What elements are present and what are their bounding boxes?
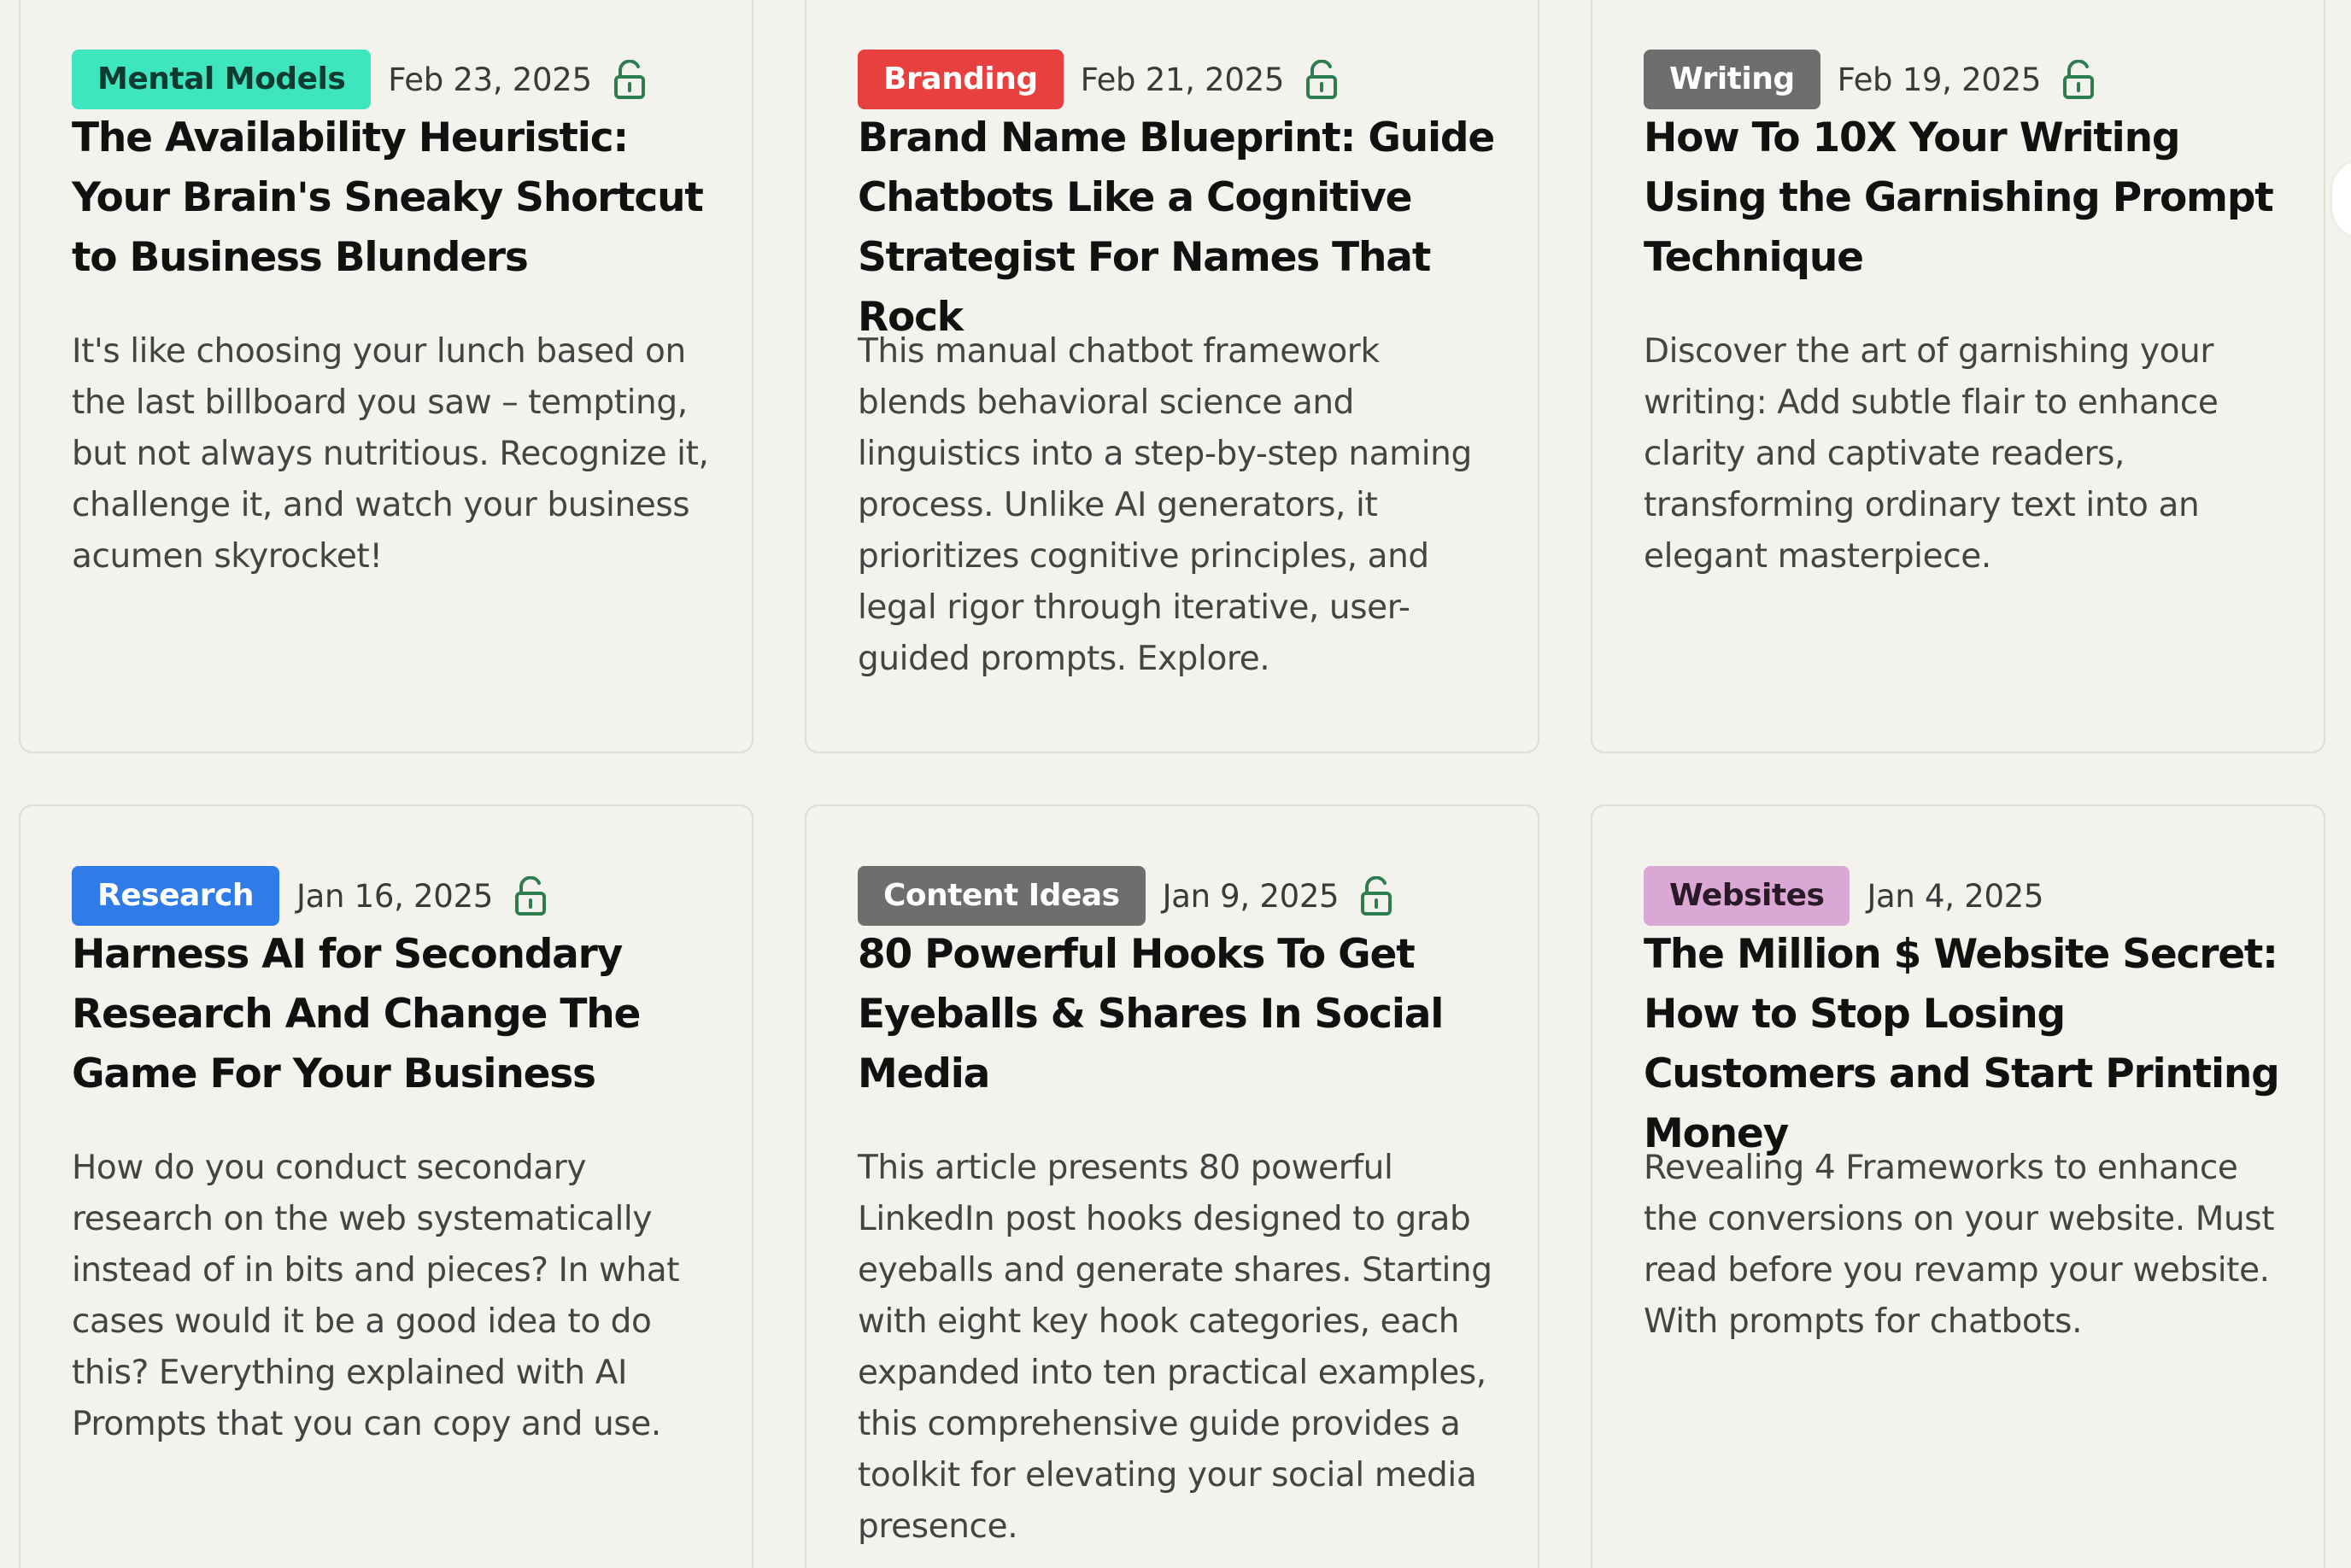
carousel-next-button[interactable] xyxy=(2332,161,2351,237)
article-title[interactable]: The Availability Heuristic: Your Brain's… xyxy=(72,108,709,288)
category-tag[interactable]: Branding xyxy=(858,50,1064,109)
unlock-icon xyxy=(1361,876,1392,916)
article-description: Discover the art of garnishing your writ… xyxy=(1644,332,2219,576)
publish-date: Feb 19, 2025 xyxy=(1837,61,2042,98)
publish-date: Jan 4, 2025 xyxy=(1867,877,2044,915)
category-tag[interactable]: Writing xyxy=(1644,50,1820,109)
article-description: How do you conduct secondary research on… xyxy=(72,1149,680,1443)
article-card[interactable]: Writing Feb 19, 2025 How To 10X Your Wri… xyxy=(1591,0,2325,753)
article-title[interactable]: 80 Powerful Hooks To Get Eyeballs & Shar… xyxy=(858,925,1495,1104)
unlock-icon xyxy=(514,876,546,916)
publish-date: Feb 21, 2025 xyxy=(1080,61,1285,98)
article-card[interactable]: Websites Jan 4, 2025 The Million $ Websi… xyxy=(1591,804,2325,1568)
category-tag[interactable]: Websites xyxy=(1644,866,1850,926)
publish-date: Jan 16, 2025 xyxy=(296,877,493,915)
publish-date: Feb 23, 2025 xyxy=(388,61,592,98)
article-description: It's like choosing your lunch based on t… xyxy=(72,332,709,576)
publish-date: Jan 9, 2025 xyxy=(1162,877,1340,915)
article-description: Revealing 4 Frameworks to enhance the co… xyxy=(1644,1149,2275,1341)
category-tag[interactable]: Mental Models xyxy=(72,50,372,109)
unlock-icon xyxy=(613,60,645,99)
article-grid: Mental Models Feb 23, 2025 The Availabil… xyxy=(0,0,2351,1568)
article-card[interactable]: Research Jan 16, 2025 Harness AI for Sec… xyxy=(19,804,753,1568)
article-description: This manual chatbot framework blends beh… xyxy=(858,332,1472,678)
unlock-icon xyxy=(2063,60,2095,99)
category-tag[interactable]: Content Ideas xyxy=(858,866,1146,926)
category-tag[interactable]: Research xyxy=(72,866,279,926)
article-title[interactable]: How To 10X Your Writing Using the Garnis… xyxy=(1644,108,2281,288)
article-card[interactable]: Branding Feb 21, 2025 Brand Name Bluepri… xyxy=(805,0,1539,753)
article-card[interactable]: Content Ideas Jan 9, 2025 80 Powerful Ho… xyxy=(805,804,1539,1568)
article-title[interactable]: The Million $ Website Secret: How to Sto… xyxy=(1644,925,2281,1164)
article-description: This article presents 80 powerful Linked… xyxy=(858,1149,1492,1546)
article-title[interactable]: Brand Name Blueprint: Guide Chatbots Lik… xyxy=(858,108,1495,348)
article-card[interactable]: Mental Models Feb 23, 2025 The Availabil… xyxy=(19,0,753,753)
article-title[interactable]: Harness AI for Secondary Research And Ch… xyxy=(72,925,709,1104)
unlock-icon xyxy=(1306,60,1338,99)
